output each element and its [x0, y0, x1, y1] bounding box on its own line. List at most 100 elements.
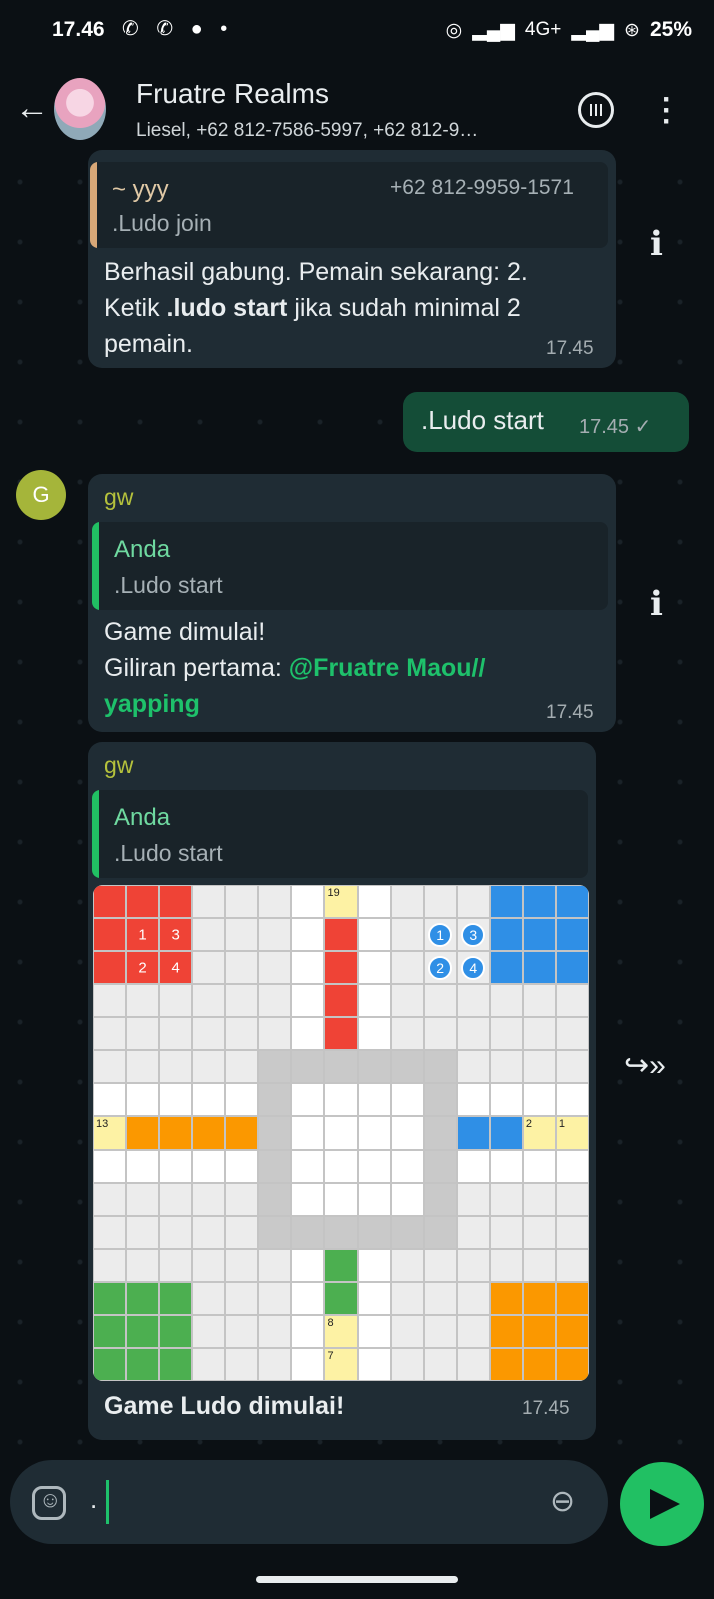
board-cell: [522, 1314, 556, 1348]
text-caret: [106, 1480, 109, 1524]
board-cell: [93, 951, 127, 985]
mention-link[interactable]: @Fruatre Maou//: [289, 654, 486, 682]
board-cell: [489, 984, 523, 1018]
board-cell: [225, 1347, 259, 1381]
message-bubble[interactable]: gw Anda .Ludo start Game dimulai! Gilira…: [88, 474, 616, 732]
group-avatar[interactable]: [54, 78, 106, 140]
quote-bar: [90, 162, 97, 248]
chat-title[interactable]: Fruatre Realms: [136, 78, 329, 110]
board-cell: [489, 1347, 523, 1381]
quoted-message[interactable]: ~ yyy +62 812-9959-1571 .Ludo join: [90, 162, 608, 248]
board-cell: [258, 951, 292, 985]
board-cell: [390, 951, 424, 985]
board-cell: [456, 1050, 490, 1084]
board-cell: [192, 1116, 226, 1150]
board-cell: [423, 885, 457, 919]
board-cell: 7: [324, 1347, 358, 1381]
board-cell: [489, 1281, 523, 1315]
back-arrow-icon[interactable]: ←: [14, 90, 50, 126]
board-cell: [225, 1215, 259, 1249]
board-cell: [390, 1314, 424, 1348]
mention-link[interactable]: yapping: [104, 686, 485, 722]
board-cell: [522, 1149, 556, 1183]
board-cell: [324, 1050, 358, 1084]
cell-number: 1: [558, 1118, 566, 1131]
sender-avatar[interactable]: G: [16, 470, 66, 520]
info-icon[interactable]: i: [650, 584, 663, 624]
blue-piece: 2: [428, 955, 453, 980]
cell-number: 8: [327, 1316, 334, 1329]
board-cell: [390, 1182, 424, 1216]
forward-icon[interactable]: ↪»: [624, 1048, 666, 1083]
voice-chat-icon[interactable]: [578, 92, 614, 128]
board-cell: 1: [126, 918, 160, 952]
send-button[interactable]: [620, 1462, 704, 1546]
board-cell: [225, 1050, 259, 1084]
board-cell: [555, 885, 589, 919]
board-cell: [225, 1314, 259, 1348]
attach-icon[interactable]: ⊘: [541, 1480, 584, 1523]
board-cell: [555, 1149, 589, 1183]
sticker-icon[interactable]: [32, 1486, 66, 1520]
board-cell: [159, 1050, 193, 1084]
board-cell: [390, 885, 424, 919]
board-cell: [456, 1248, 490, 1282]
board-cell: [93, 1050, 127, 1084]
board-cell: [291, 1017, 325, 1051]
board-cell: [489, 1248, 523, 1282]
board-cell: [258, 1314, 292, 1348]
board-cell: [489, 1083, 523, 1117]
home-gesture-bar[interactable]: [256, 1576, 458, 1583]
outgoing-message[interactable]: .Ludo start 17.45 ✓: [403, 392, 689, 452]
board-cell: [522, 918, 556, 952]
board-cell: [324, 1083, 358, 1117]
board-cell: [126, 1050, 160, 1084]
board-cell: [225, 1083, 259, 1117]
message-bubble[interactable]: ~ yyy +62 812-9959-1571 .Ludo join Berha…: [88, 150, 616, 368]
board-cell: [192, 918, 226, 952]
board-cell: [423, 1182, 457, 1216]
system-nav-bar: [0, 1546, 714, 1599]
chat-participants[interactable]: Liesel, +62 812-7586-5997, +62 812-9…: [136, 120, 556, 142]
board-cell: [159, 1116, 193, 1150]
board-cell: [126, 1182, 160, 1216]
board-cell: [93, 1215, 127, 1249]
board-cell: [489, 1050, 523, 1084]
message-time: 17.45: [546, 338, 594, 359]
message-input[interactable]: .: [90, 1484, 97, 1515]
text: Giliran pertama:: [104, 654, 289, 682]
quoted-message[interactable]: Anda .Ludo start: [92, 522, 608, 610]
board-cell: [390, 1248, 424, 1282]
board-cell: [258, 918, 292, 952]
sender-name[interactable]: gw: [104, 484, 133, 511]
board-cell: [225, 885, 259, 919]
board-cell: [357, 885, 391, 919]
message-time: 17.45 ✓: [579, 416, 652, 438]
info-icon[interactable]: i: [650, 224, 663, 264]
board-cell: 13: [93, 1116, 127, 1150]
more-options-icon[interactable]: · · ·: [662, 85, 672, 137]
board-cell: [192, 951, 226, 985]
board-cell: [489, 951, 523, 985]
board-cell: [225, 918, 259, 952]
board-cell: [423, 1215, 457, 1249]
board-cell: [192, 1281, 226, 1315]
ludo-board-image[interactable]: 19 1 3 1 3 2 4 2 4 13 2 1 8 7: [93, 885, 589, 1381]
board-cell: [258, 1182, 292, 1216]
board-cell: [357, 1314, 391, 1348]
board-cell: [159, 1149, 193, 1183]
quote-text: .Ludo start: [114, 572, 223, 598]
board-cell: [93, 984, 127, 1018]
sender-name[interactable]: gw: [104, 752, 133, 779]
board-cell: [192, 1050, 226, 1084]
quoted-message[interactable]: Anda .Ludo start: [92, 790, 588, 878]
board-cell: [456, 1347, 490, 1381]
board-cell: [456, 1182, 490, 1216]
board-cell: [555, 1215, 589, 1249]
battery-saver-icon: ⊛: [624, 19, 640, 41]
board-cell: [390, 918, 424, 952]
board-cell: [291, 984, 325, 1018]
board-cell: [555, 1347, 589, 1381]
signal-icon: ▂▄▆: [472, 19, 515, 41]
board-cell: [522, 1083, 556, 1117]
